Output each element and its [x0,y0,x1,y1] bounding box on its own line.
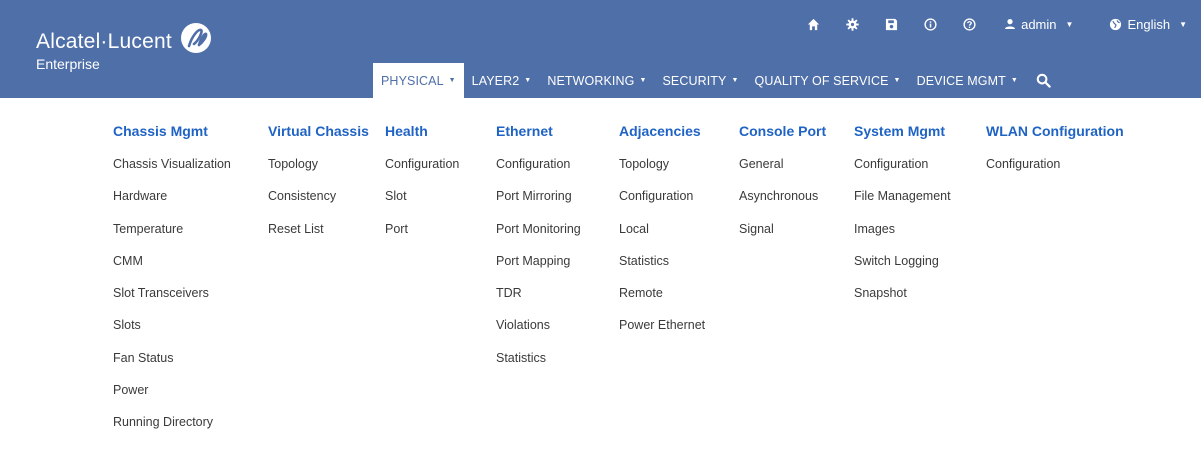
menu-link[interactable]: Switch Logging [854,252,951,284]
nav-label: QUALITY OF SERVICE [754,73,889,88]
chevron-down-icon: ▼ [1065,19,1074,29]
nav-label: PHYSICAL [381,73,444,88]
menu-link[interactable]: Signal [739,220,826,252]
menu-link[interactable]: General [739,155,826,187]
menu-link[interactable]: Configuration [854,155,951,187]
home-icon[interactable] [805,16,821,32]
nav-layer2[interactable]: LAYER2 ▼ [464,63,540,98]
nav-label: NETWORKING [547,73,635,88]
nav-quality-of-service[interactable]: QUALITY OF SERVICE ▼ [747,63,909,98]
menu-link[interactable]: Local [619,220,705,252]
search-icon [1036,73,1051,88]
save-icon[interactable] [883,16,899,32]
utility-bar: admin ▼ English ▼ [805,16,1187,32]
menu-link[interactable]: Port Mapping [496,252,581,284]
chevron-down-icon: ▼ [1179,19,1187,29]
menu-link[interactable]: CMM [113,252,231,284]
menu-link[interactable]: Violations [496,316,581,348]
logo[interactable]: Alcatel·Lucent Enterprise [36,23,212,72]
menu-link[interactable]: Images [854,220,951,252]
menu-link[interactable]: Port Mirroring [496,187,581,219]
chevron-down-icon: ▼ [639,77,647,84]
menu-link[interactable]: Statistics [496,349,581,381]
column-title: System Mgmt [854,123,946,139]
info-icon[interactable] [922,16,938,32]
top-bar: Alcatel·Lucent Enterprise admin ▼ Englis… [0,0,1201,98]
menu-link[interactable]: Statistics [619,252,705,284]
column-title: WLAN Configuration [986,123,1124,139]
menu-link[interactable]: Slot [385,187,459,219]
menu-link[interactable]: Consistency [268,187,369,219]
menu-link[interactable]: Slot Transceivers [113,284,231,316]
help-icon[interactable] [961,16,977,32]
menu-column-system-mgmt: System Mgmt Configuration File Managemen… [854,122,951,316]
menu-column-health: Health Configuration Slot Port [385,122,459,252]
alcatel-lucent-logo-icon [181,23,212,53]
menu-link[interactable]: Snapshot [854,284,951,316]
column-title: Ethernet [496,123,553,139]
nav-device-mgmt[interactable]: DEVICE MGMT ▼ [909,63,1026,98]
nav-security[interactable]: SECURITY ▼ [654,63,746,98]
language-label: English [1127,16,1171,32]
user-name: admin [1021,16,1057,32]
menu-column-console-port: Console Port General Asynchronous Signal [739,122,826,252]
nav-label: DEVICE MGMT [916,73,1006,88]
menu-link[interactable]: TDR [496,284,581,316]
menu-link[interactable]: Power Ethernet [619,316,705,348]
menu-link[interactable]: Topology [619,155,705,187]
menu-link[interactable]: Configuration [496,155,581,187]
column-title: Health [385,123,428,139]
user-icon [1005,19,1016,29]
menu-column-virtual-chassis: Virtual Chassis Topology Consistency Res… [268,122,369,252]
menu-link[interactable]: Port [385,220,459,252]
language-menu[interactable]: English ▼ [1109,17,1187,32]
logo-subtitle: Enterprise [36,56,100,72]
menu-column-chassis-mgmt: Chassis Mgmt Chassis Visualization Hardw… [113,122,231,446]
settings-icon[interactable] [844,16,860,32]
nav-label: LAYER2 [471,73,520,88]
chevron-down-icon: ▼ [731,77,739,84]
column-title: Console Port [739,123,827,139]
menu-link[interactable]: Power [113,381,231,413]
menu-link[interactable]: Hardware [113,187,231,219]
menu-link[interactable]: Running Directory [113,413,231,445]
globe-icon [1110,18,1122,30]
menu-link[interactable]: Temperature [113,220,231,252]
logo-name: Alcatel·Lucent [36,30,172,53]
search-button[interactable] [1026,63,1059,98]
menu-link[interactable]: Configuration [619,187,705,219]
chevron-down-icon: ▼ [1010,77,1018,84]
chevron-down-icon: ▼ [524,77,532,84]
menu-column-wlan-configuration: WLAN Configuration Configuration [986,122,1124,187]
menu-link[interactable]: Configuration [986,155,1124,187]
menu-link[interactable]: Slots [113,316,231,348]
menu-link[interactable]: File Management [854,187,951,219]
menu-link[interactable]: Port Monitoring [496,220,581,252]
nav-networking[interactable]: NETWORKING ▼ [539,63,654,98]
menu-column-adjacencies: Adjacencies Topology Configuration Local… [619,122,705,349]
column-title: Virtual Chassis [268,123,369,139]
menu-link[interactable]: Asynchronous [739,187,826,219]
user-menu[interactable]: admin ▼ [1004,17,1073,32]
nav-label: SECURITY [662,73,727,88]
chevron-down-icon: ▼ [448,77,456,84]
menu-link[interactable]: Remote [619,284,705,316]
menu-link[interactable]: Fan Status [113,349,231,381]
main-nav: PHYSICAL ▼ LAYER2 ▼ NETWORKING ▼ SECURIT… [373,63,1059,98]
menu-column-ethernet: Ethernet Configuration Port Mirroring Po… [496,122,581,381]
column-title: Chassis Mgmt [113,123,208,139]
menu-link[interactable]: Reset List [268,220,369,252]
chevron-down-icon: ▼ [893,77,901,84]
menu-link[interactable]: Topology [268,155,369,187]
nav-physical[interactable]: PHYSICAL ▼ [373,63,464,98]
menu-link[interactable]: Chassis Visualization [113,155,231,187]
column-title: Adjacencies [619,123,701,139]
menu-link[interactable]: Configuration [385,155,459,187]
